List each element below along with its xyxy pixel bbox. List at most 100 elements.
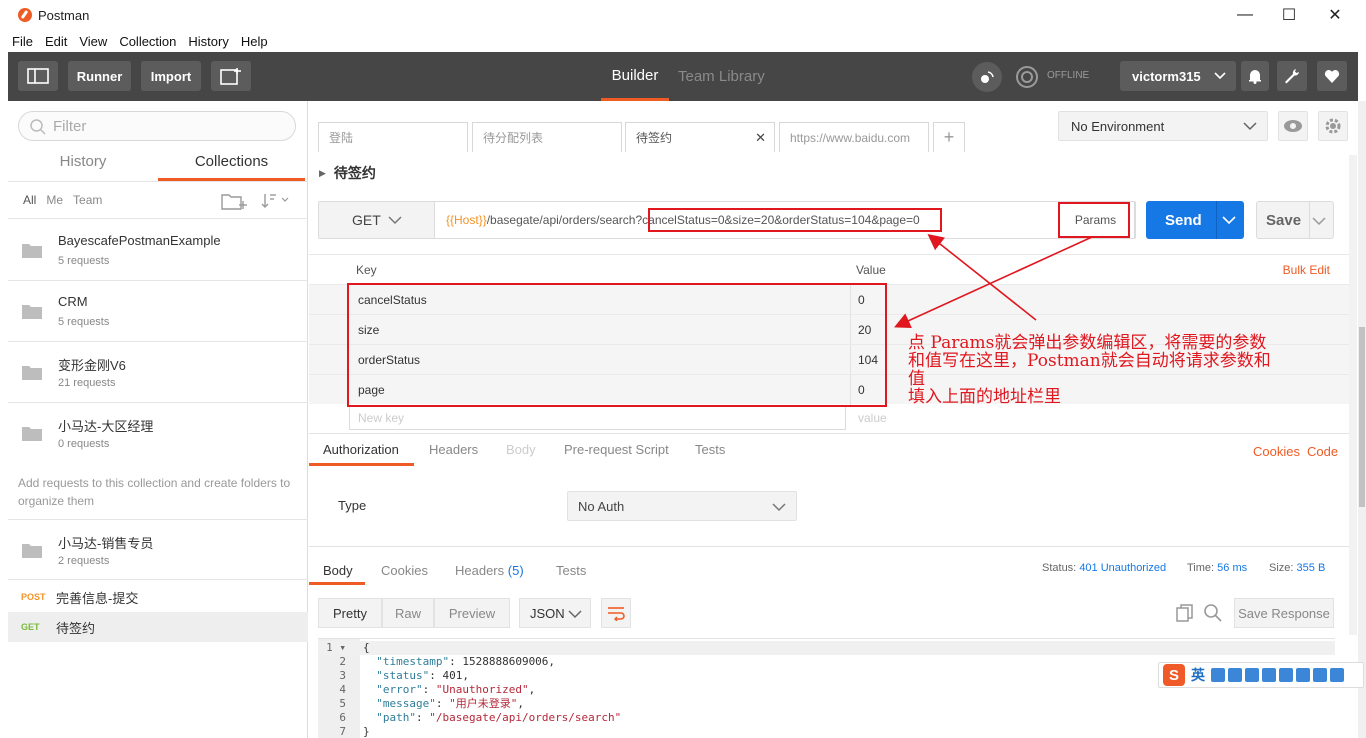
menu-help[interactable]: Help	[235, 34, 274, 49]
keyboard-icon[interactable]	[1262, 668, 1276, 682]
tab-builder[interactable]: Builder	[601, 52, 669, 101]
environment-quick-look-button[interactable]	[1278, 111, 1308, 141]
request-title[interactable]: ▶ 待签约	[319, 163, 376, 183]
environment-select[interactable]: No Environment	[1058, 111, 1268, 141]
send-button[interactable]: Send	[1146, 201, 1244, 239]
minimize-button[interactable]: —	[1222, 0, 1268, 30]
satellite-sync-button[interactable]	[972, 62, 1002, 92]
shirt-icon[interactable]	[1313, 668, 1327, 682]
environment-value: No Environment	[1071, 118, 1165, 134]
preview-button[interactable]: Preview	[434, 598, 510, 628]
filter-me[interactable]: Me	[46, 193, 63, 207]
cookies-link[interactable]: Cookies	[1253, 444, 1300, 459]
filter-input[interactable]: Filter	[18, 111, 296, 141]
tab-history[interactable]: History	[8, 147, 158, 181]
request-tab[interactable]: https://www.baidu.com	[779, 122, 929, 152]
response-body-code[interactable]: 1 ▾ {2 "timestamp": 1528888609006, 3 "stat…	[318, 638, 1335, 738]
wrench-icon[interactable]	[1330, 668, 1344, 682]
raw-button[interactable]: Raw	[382, 598, 434, 628]
tab-body[interactable]: Body	[506, 442, 536, 457]
chevron-down-icon	[1214, 72, 1226, 80]
code-line: 7}	[318, 725, 1335, 738]
menu-collection[interactable]: Collection	[113, 34, 182, 49]
settings-button[interactable]	[1277, 61, 1307, 91]
new-window-button[interactable]	[211, 61, 251, 91]
collection-item[interactable]: CRM 5 requests	[8, 281, 308, 342]
pretty-button[interactable]: Pretty	[318, 598, 382, 628]
request-item[interactable]: POST 完善信息-提交	[8, 582, 308, 612]
grid-icon[interactable]	[1296, 668, 1310, 682]
tab-headers[interactable]: Headers	[429, 442, 478, 457]
collection-item[interactable]: 小马达-销售专员 2 requests	[8, 519, 308, 580]
microphone-icon[interactable]	[1245, 668, 1259, 682]
runner-button[interactable]: Runner	[68, 61, 131, 91]
punctuation-icon[interactable]	[1228, 668, 1242, 682]
menu-view[interactable]: View	[73, 34, 113, 49]
notifications-button[interactable]	[1241, 61, 1269, 91]
response-tab-body[interactable]: Body	[323, 563, 353, 578]
headers-count-badge: (5)	[507, 563, 524, 578]
new-folder-icon[interactable]	[221, 191, 247, 211]
request-tab-active[interactable]: 待签约 ✕	[625, 122, 775, 152]
response-tab-tests[interactable]: Tests	[556, 563, 586, 578]
headers-tab-label: Headers	[455, 563, 505, 578]
menu-edit[interactable]: Edit	[39, 34, 73, 49]
save-response-button[interactable]: Save Response	[1234, 598, 1334, 628]
import-button[interactable]: Import	[141, 61, 201, 91]
user-icon[interactable]	[1279, 668, 1293, 682]
chevron-down-icon[interactable]	[1222, 214, 1236, 226]
collection-item[interactable]: BayescafePostmanExample 5 requests	[8, 220, 308, 281]
filter-team[interactable]: Team	[73, 193, 102, 207]
chevron-down-icon[interactable]	[1312, 215, 1326, 227]
code-link[interactable]: Code	[1307, 444, 1338, 459]
request-tab[interactable]: 登陆	[318, 122, 468, 152]
collection-count: 2 requests	[58, 555, 110, 567]
ime-language[interactable]: 英	[1191, 665, 1205, 685]
manage-environments-button[interactable]	[1318, 111, 1348, 141]
user-menu-button[interactable]: victorm315	[1120, 61, 1236, 91]
tab-pre-request-script[interactable]: Pre-request Script	[564, 442, 669, 457]
close-tab-icon[interactable]: ✕	[755, 130, 766, 146]
auth-type-select[interactable]: No Auth	[567, 491, 797, 521]
new-value-input[interactable]: value	[858, 411, 887, 425]
close-window-button[interactable]: ✕	[1312, 0, 1358, 30]
response-time: Time: 56 ms	[1187, 562, 1248, 574]
empty-collection-hint: Add requests to this collection and crea…	[18, 476, 291, 508]
toggle-sidebar-button[interactable]	[18, 61, 58, 91]
tab-authorization[interactable]: Authorization	[323, 442, 399, 457]
tab-collections[interactable]: Collections	[158, 147, 305, 181]
method-badge: POST	[21, 592, 46, 602]
copy-icon[interactable]	[1175, 603, 1195, 623]
annotation-text: 点 Params就会弹出参数编辑区，将需要的参数 和值写在这里，Postman就…	[908, 333, 1271, 407]
request-name: 待签约	[56, 620, 96, 636]
moon-icon[interactable]	[1211, 668, 1225, 682]
bulk-edit-link[interactable]: Bulk Edit	[1283, 263, 1330, 277]
response-tab-headers[interactable]: Headers (5)	[455, 563, 524, 578]
menu-bar: File Edit View Collection History Help	[0, 30, 1366, 52]
add-tab-button[interactable]: +	[933, 122, 965, 152]
response-tab-cookies[interactable]: Cookies	[381, 563, 428, 578]
collection-item[interactable]: 小马达-大区经理 0 requests	[8, 403, 308, 464]
menu-history[interactable]: History	[182, 34, 234, 49]
sort-icon[interactable]	[260, 192, 290, 210]
heart-button[interactable]	[1317, 61, 1347, 91]
tab-tests[interactable]: Tests	[695, 442, 725, 457]
line-number: 2	[339, 655, 346, 668]
maximize-button[interactable]: ☐	[1266, 0, 1312, 30]
format-select[interactable]: JSON	[519, 598, 591, 628]
wrap-lines-button[interactable]	[601, 598, 631, 628]
search-response-icon[interactable]	[1203, 603, 1223, 623]
collection-item[interactable]: 变形金刚V6 21 requests	[8, 342, 308, 403]
request-item[interactable]: GET 待签约	[8, 612, 308, 642]
request-tab[interactable]: 待分配列表	[472, 122, 622, 152]
save-button[interactable]: Save	[1256, 201, 1334, 239]
new-key-input[interactable]: New key	[349, 406, 846, 430]
menu-file[interactable]: File	[6, 34, 39, 49]
sogou-logo[interactable]: S	[1163, 664, 1185, 686]
scrollbar[interactable]	[1349, 155, 1357, 635]
window-scrollbar[interactable]	[1358, 101, 1366, 738]
request-tab-label: 待签约	[636, 131, 673, 145]
filter-all[interactable]: All	[23, 193, 36, 207]
method-select[interactable]: GET	[319, 202, 435, 238]
tab-team-library[interactable]: Team Library	[678, 52, 765, 101]
